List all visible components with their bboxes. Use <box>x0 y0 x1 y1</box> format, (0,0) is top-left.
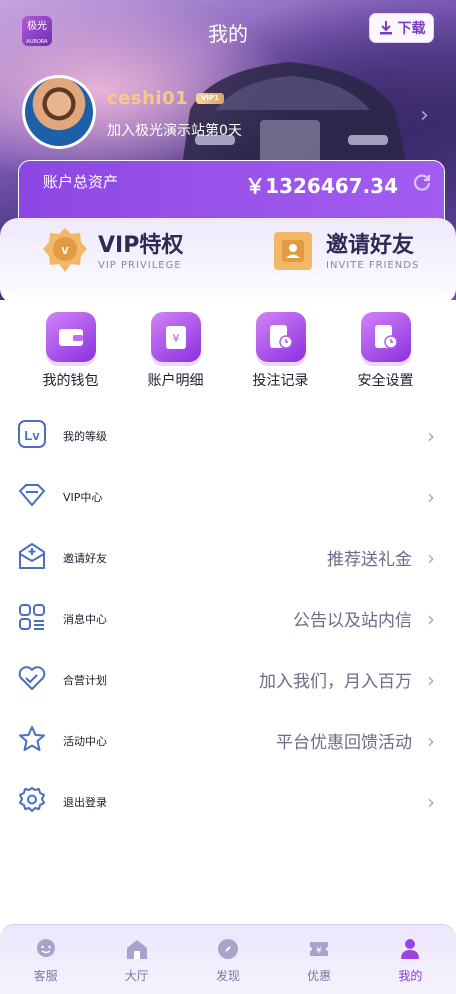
username: ceshi01 <box>107 88 189 109</box>
message-icon <box>19 604 45 630</box>
nav-label: 发现 <box>215 969 240 983</box>
svg-text:¥: ¥ <box>172 332 179 345</box>
svg-text:v: v <box>61 242 69 257</box>
diamond-icon <box>19 484 45 506</box>
level-icon: Lv <box>18 420 46 448</box>
quick-action-label: 账户明细 <box>147 373 204 389</box>
invite-icon <box>19 543 45 569</box>
menu-item-level[interactable]: Lv 我的等级 › <box>0 405 456 466</box>
menu-item-label: VIP中心 <box>63 490 103 504</box>
nav-item-lobby[interactable]: 大厅 <box>107 937 167 994</box>
menu-item-desc: 推荐送礼金 <box>327 550 412 570</box>
nav-item-discover[interactable]: 发现 <box>198 937 258 994</box>
menu-item-activity[interactable]: 活动中心 平台优惠回馈活动 › <box>0 710 456 771</box>
invite-friends-card[interactable]: 邀请好友 INVITE FRIENDS <box>270 226 419 276</box>
menu-item-label: 退出登录 <box>63 795 107 809</box>
invite-friends-title: 邀请好友 <box>326 232 415 258</box>
quick-action-security[interactable]: 安全设置 <box>341 308 431 394</box>
vip-level-badge: VIP1 <box>196 93 224 104</box>
bottom-navigation: 客服 大厅 发现 ¥ 优惠 我的 <box>0 924 456 994</box>
quick-action-ledger[interactable]: ¥ 账户明细 <box>131 308 221 394</box>
menu-item-label: 合营计划 <box>63 673 107 687</box>
bet-record-icon <box>255 312 306 362</box>
chevron-right-icon: › <box>427 484 435 509</box>
menu-item-label: 消息中心 <box>63 612 107 626</box>
menu-item-vip-center[interactable]: VIP中心 › <box>0 466 456 527</box>
chevron-right-icon: › <box>427 728 435 753</box>
home-icon <box>126 940 147 959</box>
chevron-right-icon: › <box>427 423 435 448</box>
quick-action-bet-record[interactable]: 投注记录 <box>236 308 326 394</box>
download-icon <box>379 21 392 35</box>
menu-item-partner[interactable]: 合营计划 加入我们，月入百万 › <box>0 649 456 710</box>
menu-item-label: 邀请好友 <box>63 551 107 565</box>
chevron-right-icon: › <box>427 606 435 631</box>
nav-label: 大厅 <box>124 969 149 983</box>
chevron-right-icon: › <box>427 789 435 814</box>
download-label: 下载 <box>397 21 426 37</box>
vip-privilege-subtitle: VIP PRIVILEGE <box>98 259 182 271</box>
menu-item-invite[interactable]: 邀请好友 推荐送礼金 › <box>0 527 456 588</box>
nav-label: 客服 <box>33 969 58 983</box>
nav-label: 我的 <box>398 969 423 983</box>
user-icon <box>401 939 420 959</box>
total-assets-value: ￥1326467.34 <box>245 174 398 198</box>
ticket-icon: ¥ <box>310 942 329 956</box>
quick-action-label: 投注记录 <box>252 373 309 389</box>
star-icon <box>19 726 45 751</box>
menu-item-label: 我的等级 <box>63 429 107 443</box>
profile-chevron-right-icon[interactable]: › <box>420 103 429 128</box>
security-icon <box>360 312 411 362</box>
menu-item-desc: 公告以及站内信 <box>293 611 412 631</box>
compass-icon <box>217 939 238 959</box>
total-assets-label: 账户总资产 <box>43 173 119 191</box>
service-icon <box>36 939 55 957</box>
quick-action-label: 我的钱包 <box>42 373 99 389</box>
menu-item-logout[interactable]: 退出登录 › <box>0 771 456 832</box>
avatar[interactable] <box>22 75 96 149</box>
svg-text:¥: ¥ <box>316 946 322 956</box>
privilege-panel: v VIP特权 VIP PRIVILEGE 邀请好友 INVITE FRIEND… <box>0 218 456 303</box>
vip-privilege-card[interactable]: v VIP特权 VIP PRIVILEGE <box>42 226 183 276</box>
quick-action-wallet[interactable]: 我的钱包 <box>26 308 116 394</box>
download-button[interactable]: 下载 <box>369 13 434 43</box>
nav-label: 优惠 <box>307 969 332 983</box>
refresh-icon[interactable] <box>412 172 432 192</box>
vip-privilege-title: VIP特权 <box>98 232 184 258</box>
chevron-right-icon: › <box>427 667 435 692</box>
menu-item-messages[interactable]: 消息中心 公告以及站内信 › <box>0 588 456 649</box>
nav-item-service[interactable]: 客服 <box>16 937 76 994</box>
wallet-icon <box>45 312 96 362</box>
menu-item-desc: 平台优惠回馈活动 <box>276 733 412 753</box>
chevron-right-icon: › <box>427 545 435 570</box>
vip-medal-icon: v <box>43 228 87 272</box>
gear-icon <box>19 787 45 812</box>
nav-item-mine[interactable]: 我的 <box>380 937 440 994</box>
menu-item-desc: 加入我们，月入百万 <box>259 672 412 692</box>
avatar-image <box>25 78 93 146</box>
menu-item-label: 活动中心 <box>63 734 107 748</box>
ledger-icon: ¥ <box>150 312 201 362</box>
quick-actions: 我的钱包 ¥ 账户明细 投注记录 安全设置 <box>0 308 456 394</box>
invite-card-icon <box>274 232 312 270</box>
invite-friends-subtitle: INVITE FRIENDS <box>326 259 420 271</box>
partner-icon <box>18 666 46 690</box>
svg-text:Lv: Lv <box>24 428 40 443</box>
settings-menu: Lv 我的等级 › VIP中心 › 邀请好友 推荐送礼金 › 消息中心 公告以及… <box>0 405 456 832</box>
quick-action-label: 安全设置 <box>357 373 414 389</box>
nav-item-promos[interactable]: ¥ 优惠 <box>289 937 349 994</box>
join-days-text: 加入极光演示站第0天 <box>107 123 242 139</box>
